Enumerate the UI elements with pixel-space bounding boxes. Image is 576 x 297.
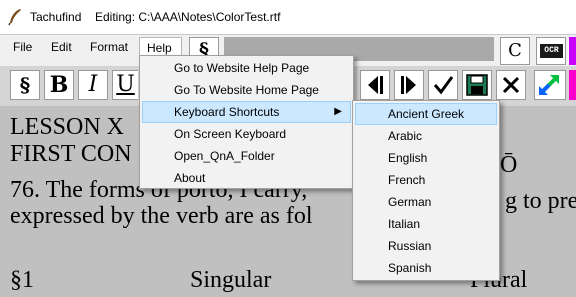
color-swatch-pink[interactable] — [569, 70, 576, 100]
lang-item-russian[interactable]: Russian — [355, 235, 497, 257]
save-button[interactable] — [462, 70, 492, 100]
lang-item-german[interactable]: German — [355, 191, 497, 213]
checkmark-icon — [433, 76, 454, 95]
doc-line-3-tail: g to pre — [505, 188, 576, 214]
title-bar — [0, 0, 576, 34]
arrow-left-bar-icon — [368, 76, 383, 94]
underline-button[interactable]: U — [112, 70, 138, 100]
submenu-arrow-icon: ▶ — [334, 106, 342, 117]
ocr-icon: OCR — [540, 44, 563, 58]
doc-line-4: expressed by the verb are as fol — [10, 203, 313, 229]
resize-button[interactable] — [534, 70, 566, 100]
save-icon — [466, 74, 488, 96]
menu-item-about[interactable]: About — [142, 167, 351, 189]
prev-button[interactable] — [360, 70, 390, 100]
c-button[interactable]: C — [500, 37, 530, 65]
color-swatch-purple[interactable] — [569, 37, 576, 65]
lang-item-english[interactable]: English — [355, 147, 497, 169]
editing-path: Editing: C:\AAA\Notes\ColorTest.rtf — [95, 10, 281, 24]
lang-item-spanish[interactable]: Spanish — [355, 257, 497, 279]
menu-item-on-screen-keyboard[interactable]: On Screen Keyboard — [142, 123, 351, 145]
close-x-icon — [502, 76, 520, 94]
resize-diagonal-arrows-icon — [539, 75, 559, 95]
section-button[interactable]: § — [10, 70, 40, 100]
quill-pen-icon — [8, 9, 21, 26]
menu-help[interactable]: Help — [139, 37, 182, 57]
menu-item-keyboard-shortcuts[interactable]: Keyboard Shortcuts ▶ — [142, 101, 351, 123]
ocr-button[interactable]: OCR — [536, 37, 566, 65]
divider — [0, 34, 576, 35]
menu-edit[interactable]: Edit — [44, 37, 79, 57]
keyboard-shortcuts-submenu: Ancient Greek Arabic English French Germ… — [352, 100, 500, 281]
bold-button[interactable]: B — [44, 70, 74, 100]
lang-item-french[interactable]: French — [355, 169, 497, 191]
menu-format[interactable]: Format — [83, 37, 135, 57]
lang-item-italian[interactable]: Italian — [355, 213, 497, 235]
next-button[interactable] — [394, 70, 424, 100]
help-menu: Go to Website Help Page Go To Website Ho… — [139, 55, 354, 189]
doc-line-2-tail: Ō — [500, 152, 518, 178]
doc-line-5: §1 — [10, 267, 34, 293]
menu-item-website-help[interactable]: Go to Website Help Page — [142, 57, 351, 79]
confirm-button[interactable] — [428, 70, 458, 100]
app-title: Tachufind — [30, 10, 82, 24]
italic-button[interactable]: I — [78, 70, 108, 100]
lang-item-arabic[interactable]: Arabic — [355, 125, 497, 147]
doc-col-singular: Singular — [190, 267, 272, 293]
menu-item-website-home[interactable]: Go To Website Home Page — [142, 79, 351, 101]
doc-line-1: LESSON X — [10, 114, 125, 140]
menu-item-open-qna-folder[interactable]: Open_QnA_Folder — [142, 145, 351, 167]
lang-item-ancient-greek[interactable]: Ancient Greek — [355, 103, 497, 125]
menu-file[interactable]: File — [6, 37, 39, 57]
menu-item-label: Keyboard Shortcuts — [174, 105, 280, 119]
doc-line-2: FIRST CON — [10, 141, 132, 167]
close-button[interactable] — [496, 70, 526, 100]
arrow-right-bar-icon — [401, 76, 416, 94]
